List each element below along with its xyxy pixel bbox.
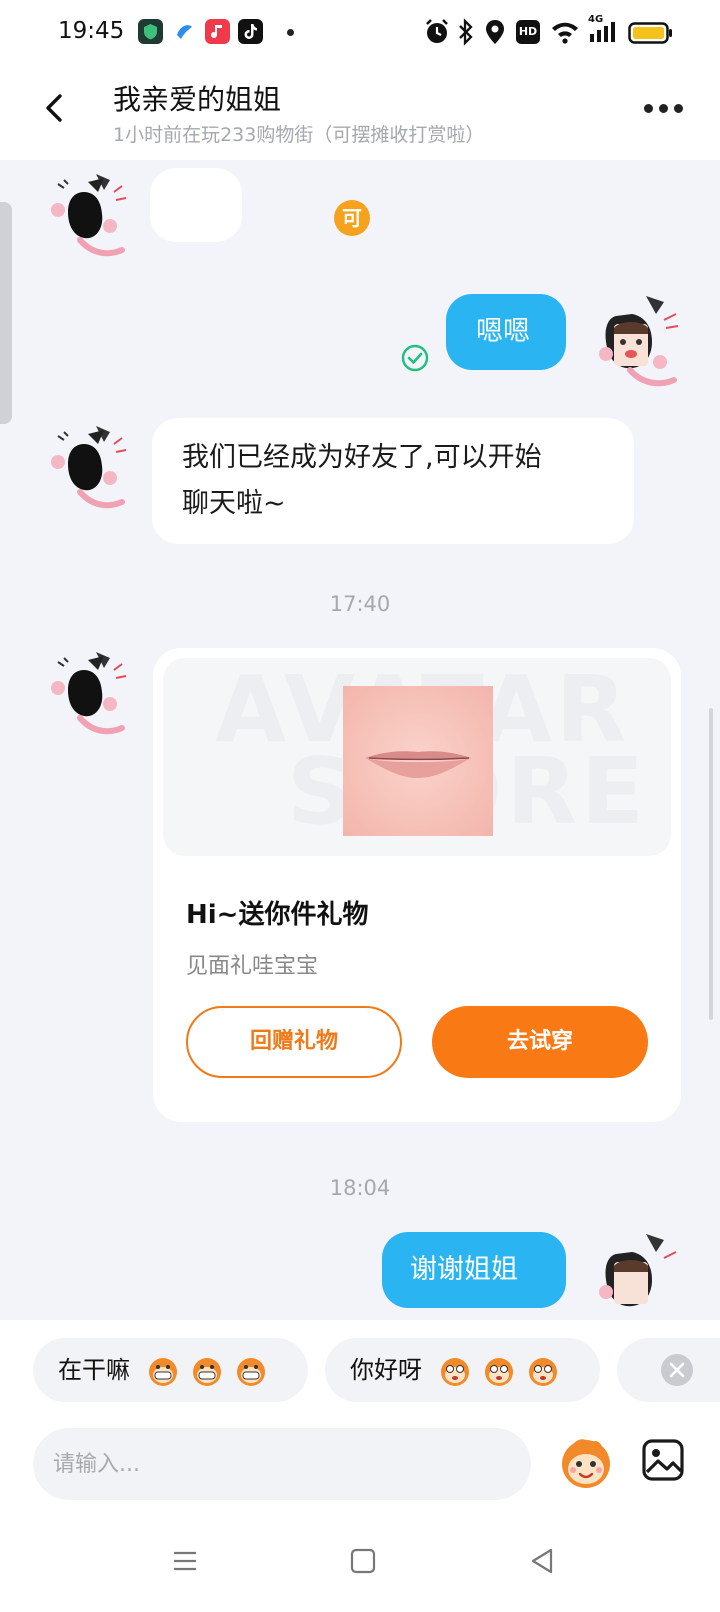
system-nav-bar (0, 1522, 720, 1612)
gift-subtitle: 见面礼哇宝宝 (186, 954, 319, 979)
monkey-face-icon (528, 1358, 557, 1386)
message-timestamp: 18:04 (329, 1176, 391, 1200)
message-input[interactable] (33, 1428, 531, 1500)
location-icon (484, 18, 506, 50)
gift-title: Hi~送你件礼物 (186, 900, 369, 930)
back-nav-icon[interactable] (527, 1546, 557, 1576)
4g-label: 4G (588, 14, 604, 25)
back-arrow-icon[interactable] (38, 90, 74, 126)
message-list[interactable]: 可 嗯嗯 我们已经成为好友了,可以开始 聊天啦~ 17:40 Hi~送你件礼物 … (0, 160, 720, 1320)
more-options-icon[interactable] (644, 104, 684, 114)
alarm-icon (424, 18, 450, 50)
return-gift-button[interactable]: 回赠礼物 (186, 1006, 402, 1078)
quick-reply-label: 你好呀 (350, 1356, 422, 1384)
quick-reply-label: 在干嘛 (58, 1356, 130, 1384)
status-time: 19:45 (58, 18, 125, 44)
quick-reply-bar: 在干嘛 你好呀 (0, 1320, 720, 1412)
gift-card[interactable]: AVATAR STORE Hi~送你件礼物 见面礼哇宝 (153, 648, 681, 1122)
message-bubble-incoming[interactable]: 我们已经成为好友了,可以开始 聊天啦~ (152, 418, 634, 544)
message-bubble-outgoing[interactable]: 嗯嗯 (446, 294, 566, 370)
user-avatar[interactable] (586, 1232, 682, 1320)
message-text: 谢谢姐姐 (410, 1254, 518, 1285)
monkey-face-icon (440, 1358, 469, 1386)
message-text: 嗯嗯 (476, 316, 530, 347)
menu-nav-icon[interactable] (170, 1546, 200, 1576)
side-drag-handle[interactable] (0, 202, 12, 424)
blue-app-icon (172, 19, 197, 44)
message-text-line: 我们已经成为好友了,可以开始 (182, 442, 542, 473)
bluetooth-icon (457, 18, 475, 50)
emoji-sticker-icon[interactable] (556, 1432, 616, 1492)
gift-item-image[interactable] (343, 686, 493, 836)
monkey-face-icon (148, 1358, 177, 1386)
shield-app-icon (138, 19, 163, 44)
home-nav-icon[interactable] (348, 1546, 378, 1576)
tiktok-icon (238, 19, 263, 44)
music-app-icon (205, 19, 230, 44)
message-bubble-outgoing[interactable]: 谢谢姐姐 (382, 1232, 566, 1308)
notification-dot (287, 29, 294, 36)
message-bubble-incoming[interactable]: 可 (150, 168, 370, 242)
monkey-face-icon (192, 1358, 221, 1386)
close-icon[interactable] (661, 1354, 693, 1386)
monkey-face-icon (484, 1358, 513, 1386)
hd-icon: HD (516, 20, 540, 44)
quick-reply-chip[interactable]: 在干嘛 (33, 1338, 308, 1402)
gift-image-area: AVATAR STORE (163, 658, 671, 856)
message-timestamp: 17:40 (329, 592, 391, 616)
battery-icon (628, 18, 674, 50)
contact-avatar[interactable] (34, 170, 130, 266)
contact-avatar[interactable] (34, 422, 130, 518)
monkey-face-icon (236, 1358, 265, 1386)
read-check-icon (401, 344, 429, 372)
image-picker-icon[interactable] (641, 1438, 685, 1482)
chat-title: 我亲爱的姐姐 (113, 83, 282, 116)
status-bar: 19:45 HD 4G (0, 0, 720, 64)
chat-header: 我亲爱的姐姐 1小时前在玩233购物街（可摆摊收打赏啦） (0, 64, 720, 160)
input-bar (0, 1412, 720, 1522)
user-avatar[interactable] (586, 294, 682, 390)
coin-badge-icon: 可 (334, 200, 370, 236)
chat-subtitle: 1小时前在玩233购物街（可摆摊收打赏啦） (113, 124, 485, 146)
scrollbar[interactable] (709, 708, 713, 1020)
try-on-button[interactable]: 去试穿 (432, 1006, 648, 1078)
message-text-line: 聊天啦~ (182, 488, 286, 519)
quick-reply-chip[interactable]: 你好呀 (325, 1338, 600, 1402)
wifi-icon (550, 18, 580, 50)
contact-avatar[interactable] (34, 648, 130, 744)
